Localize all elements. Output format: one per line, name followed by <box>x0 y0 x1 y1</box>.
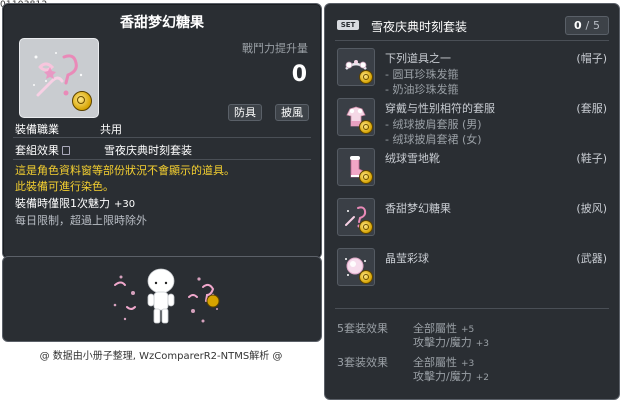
divider <box>13 159 311 160</box>
set-item-name: 晶莹彩球 <box>385 252 429 265</box>
power-value: 0 <box>291 62 307 87</box>
cash-coin-icon <box>359 120 373 134</box>
set-item-option: - 奶油珍珠发箍 <box>385 83 459 96</box>
job-label: 裝備職業 <box>15 123 59 136</box>
set-count-current: 0 <box>573 19 582 32</box>
divider <box>335 40 609 41</box>
set-bonus-5: 5套装效果 全部屬性 +5 攻擊力/魔力 +3 <box>337 320 489 349</box>
job-value: 共用 <box>100 123 122 136</box>
set-item-name: 绒球雪地靴 <box>385 152 440 165</box>
cash-coin-icon <box>359 170 373 184</box>
set-item-icon-frame <box>337 198 375 236</box>
set-item-name: 香甜梦幻糖果 <box>385 202 451 215</box>
set-item-option: - 绒球披肩套裙 (女) <box>385 133 482 146</box>
item-title: 香甜梦幻糖果 <box>120 15 204 31</box>
set-name: 雪夜庆典时刻套装 <box>371 20 468 34</box>
set-count-sep: / <box>585 19 590 32</box>
cash-coin-icon <box>359 270 373 284</box>
equip-bonus-value: +30 <box>114 199 136 210</box>
cash-coin-icon <box>359 220 373 234</box>
set-count: 0 / 5 <box>564 16 609 35</box>
set-item-name: 穿戴与性别相符的套服 <box>385 102 495 115</box>
set-panel: SET 雪夜庆典时刻套装 0 / 5 下列道具之一 (帽子) - 圆耳珍珠发箍 … <box>324 3 620 400</box>
set-value: 雪夜庆典时刻套装 <box>104 144 192 157</box>
desc-line-1: 這是角色資料窗等部份狀況不會顯示的道具。 <box>15 164 235 177</box>
set-item-slot: (套服) <box>576 102 607 115</box>
set-bonus-label: 3套装效果 <box>337 356 388 369</box>
set-item-slot: (帽子) <box>576 52 607 65</box>
set-item-option: - 圆耳珍珠发箍 <box>385 68 459 81</box>
set-badge: SET <box>337 20 359 30</box>
set-item-icon-frame <box>337 248 375 286</box>
item-tooltip-panel: 香甜梦幻糖果 戰鬥力提升量 0 防具 披風 裝備職業 共用 套組效果 雪夜庆典时… <box>2 3 322 259</box>
credit-text: @ 数据由小册子整理, WzComparerR2-NTMS解析 @ <box>39 351 283 362</box>
set-item-name: 下列道具之一 <box>385 52 451 65</box>
set-count-total: 5 <box>593 19 600 32</box>
set-bonus-stat: 攻擊力/魔力 +3 <box>413 336 489 349</box>
limit-text: 每日限制，超過上限時除外 <box>15 214 147 227</box>
lock-icon <box>62 146 70 155</box>
tag-cape: 披風 <box>275 104 309 121</box>
item-icon-frame <box>19 38 99 118</box>
equip-bonus-label: 裝備時僅限1次魅力 <box>15 197 110 210</box>
job-row: 裝備職業 共用 <box>15 121 122 137</box>
set-row: 套組效果 雪夜庆典时刻套装 <box>15 142 192 158</box>
set-item-option: - 绒球披肩套服 (男) <box>385 118 482 131</box>
character-preview <box>113 268 220 324</box>
divider <box>335 308 609 309</box>
set-label: 套組效果 <box>15 144 59 157</box>
set-item-slot: (鞋子) <box>576 152 607 165</box>
tag-armor: 防具 <box>228 104 262 121</box>
power-label: 戰鬥力提升量 <box>242 42 308 55</box>
avatar-preview-panel <box>2 256 322 342</box>
set-item-icon-frame <box>337 48 375 86</box>
equip-bonus-row: 裝備時僅限1次魅力 +30 <box>15 195 135 211</box>
cash-coin-icon <box>359 70 373 84</box>
set-bonus-3: 3套装效果 全部屬性 +3 攻擊力/魔力 +2 <box>337 354 489 383</box>
set-bonus-stat: 攻擊力/魔力 +2 <box>413 370 489 383</box>
cash-coin-icon <box>72 91 92 111</box>
set-item-icon-frame <box>337 148 375 186</box>
set-item-slot: (武器) <box>576 252 607 265</box>
set-item-slot: (披风) <box>576 202 607 215</box>
set-item-icon-frame <box>337 98 375 136</box>
desc-line-2: 此裝備可進行染色。 <box>15 180 114 193</box>
set-bonus-label: 5套装效果 <box>337 322 388 335</box>
divider <box>13 137 311 138</box>
